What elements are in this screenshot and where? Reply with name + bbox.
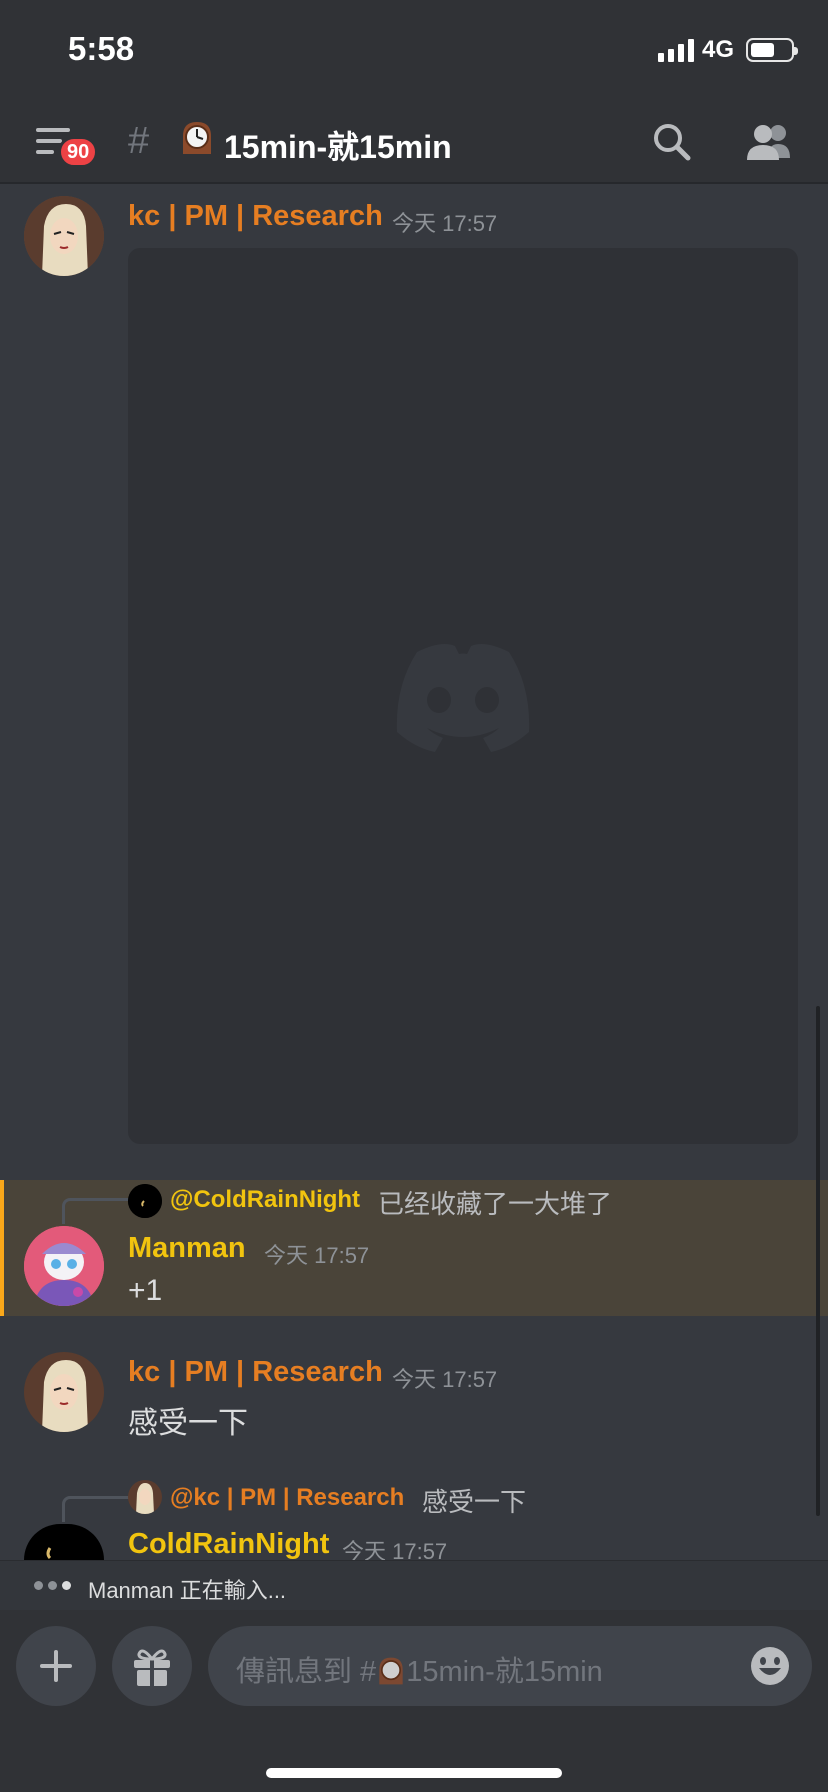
discord-logo-icon [396, 644, 530, 752]
message-text: +1 [128, 1274, 163, 1307]
avatar[interactable] [24, 196, 104, 276]
battery-icon [746, 38, 798, 62]
avatar[interactable] [24, 1352, 104, 1432]
message-author[interactable]: Manman [128, 1232, 246, 1265]
message-input[interactable]: 傳訊息到 # 15min-就15min [208, 1626, 812, 1706]
channel-hash-icon: # [128, 120, 150, 162]
top-bar: 5:58 4G 90 # 15min-就15min [0, 0, 828, 184]
emoji-icon[interactable] [750, 1646, 790, 1686]
placeholder-channel: 15min-就15min [406, 1656, 603, 1688]
reply-preview-text[interactable]: 已经收藏了一大堆了 [378, 1184, 612, 1221]
search-icon[interactable] [650, 120, 694, 164]
message-input-placeholder: 傳訊息到 # 15min-就15min [236, 1648, 603, 1690]
placeholder-prefix: 傳訊息到 # [236, 1656, 377, 1688]
message-author[interactable]: ColdRainNight [128, 1528, 329, 1561]
mantelpiece-clock-icon [183, 122, 211, 154]
add-attachment-button[interactable] [16, 1626, 96, 1706]
message-timestamp: 今天 17:57 [392, 211, 498, 236]
reply-connector [62, 1496, 130, 1522]
message-timestamp: 今天 17:57 [264, 1243, 370, 1268]
reply-avatar[interactable] [128, 1480, 162, 1514]
status-time: 5:58 [68, 30, 135, 67]
reply-connector [62, 1198, 130, 1224]
avatar[interactable] [24, 1226, 104, 1306]
typing-text: Manman 正在輸入... [88, 1578, 287, 1603]
reply-author[interactable]: @ColdRainNight [170, 1186, 360, 1214]
message-author[interactable]: kc | PM | Research [128, 200, 383, 233]
members-icon[interactable] [742, 120, 794, 164]
avatar[interactable] [24, 1524, 104, 1560]
typing-dots-icon [34, 1581, 71, 1590]
reply-preview-text[interactable]: 感受一下 [422, 1482, 526, 1519]
status-indicators: 4G [657, 36, 798, 64]
network-type: 4G [701, 36, 734, 63]
reply-avatar[interactable] [128, 1184, 162, 1218]
message-text: 感受一下 [128, 1407, 248, 1440]
typing-indicator: Manman 正在輸入... [0, 1560, 828, 1610]
plus-icon [40, 1650, 72, 1682]
channel-title[interactable]: 15min-就15min [224, 122, 452, 168]
reply-author[interactable]: @kc | PM | Research [170, 1484, 404, 1512]
scrollbar[interactable] [816, 1006, 820, 1516]
gift-button[interactable] [112, 1626, 192, 1706]
home-indicator[interactable] [266, 1768, 562, 1778]
message-timestamp: 今天 17:57 [392, 1367, 498, 1392]
message-composer: 傳訊息到 # 15min-就15min [0, 1610, 828, 1792]
image-embed-placeholder[interactable] [128, 248, 798, 1144]
channel-header: 90 # 15min-就15min [0, 100, 828, 184]
gift-icon [134, 1649, 170, 1686]
signal-icon [657, 38, 694, 62]
message-author[interactable]: kc | PM | Research [128, 1356, 383, 1389]
unread-badge: 90 [58, 136, 99, 168]
mantelpiece-clock-icon [379, 1657, 403, 1685]
discord-chat-screen: 5:58 4G 90 # 15min-就15min kc | PM | Rese… [0, 0, 828, 1792]
